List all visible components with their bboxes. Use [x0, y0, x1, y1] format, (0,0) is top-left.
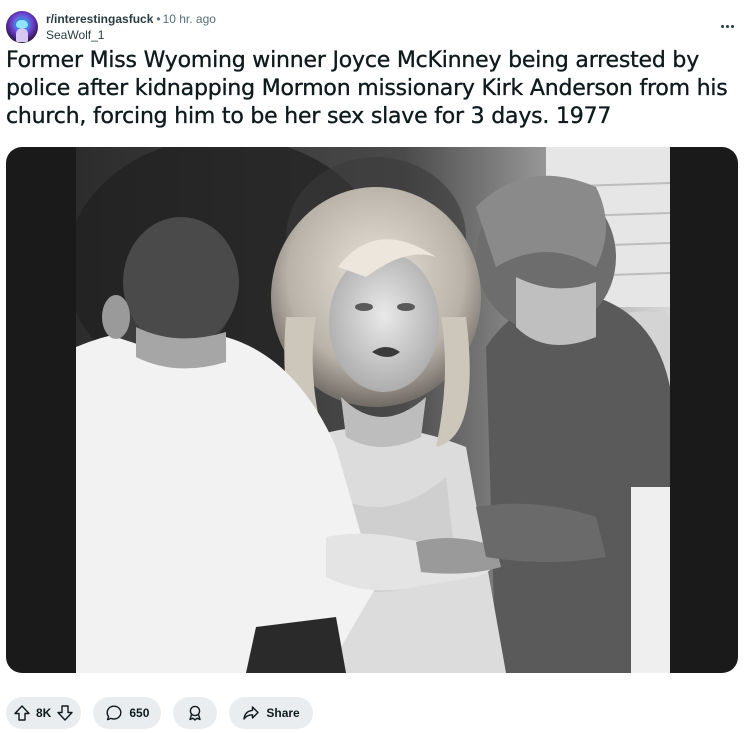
subreddit-name-link[interactable]: r/interestingasfuck	[46, 12, 153, 26]
share-button[interactable]: Share	[229, 697, 313, 729]
post-image[interactable]	[6, 147, 738, 673]
award-icon	[186, 704, 204, 722]
subreddit-avatar-icon[interactable]	[6, 11, 38, 43]
downvote-arrow-icon[interactable]	[55, 703, 75, 723]
share-arrow-icon	[242, 704, 260, 722]
upvote-arrow-icon[interactable]	[12, 703, 32, 723]
comment-bubble-icon	[105, 704, 123, 722]
post-header: r/interestingasfuck • 10 hr. ago SeaWolf_1	[6, 9, 738, 45]
upvote-count: 8K	[36, 706, 52, 720]
share-label: Share	[266, 706, 300, 720]
post-action-bar: 8K 650 Share	[6, 697, 325, 729]
author-name-link[interactable]: SeaWolf_1	[46, 28, 104, 43]
post-title[interactable]: Former Miss Wyoming winner Joyce McKinne…	[6, 47, 736, 131]
award-button[interactable]	[173, 697, 218, 729]
photo-image	[76, 147, 670, 673]
comment-count: 650	[129, 706, 150, 720]
post-timestamp: 10 hr. ago	[162, 12, 216, 26]
comments-button[interactable]: 650	[93, 697, 162, 729]
more-options-icon[interactable]	[716, 15, 738, 37]
vote-control: 8K	[6, 697, 82, 729]
post-meta: r/interestingasfuck • 10 hr. ago	[46, 12, 216, 27]
meta-separator: •	[156, 12, 161, 26]
